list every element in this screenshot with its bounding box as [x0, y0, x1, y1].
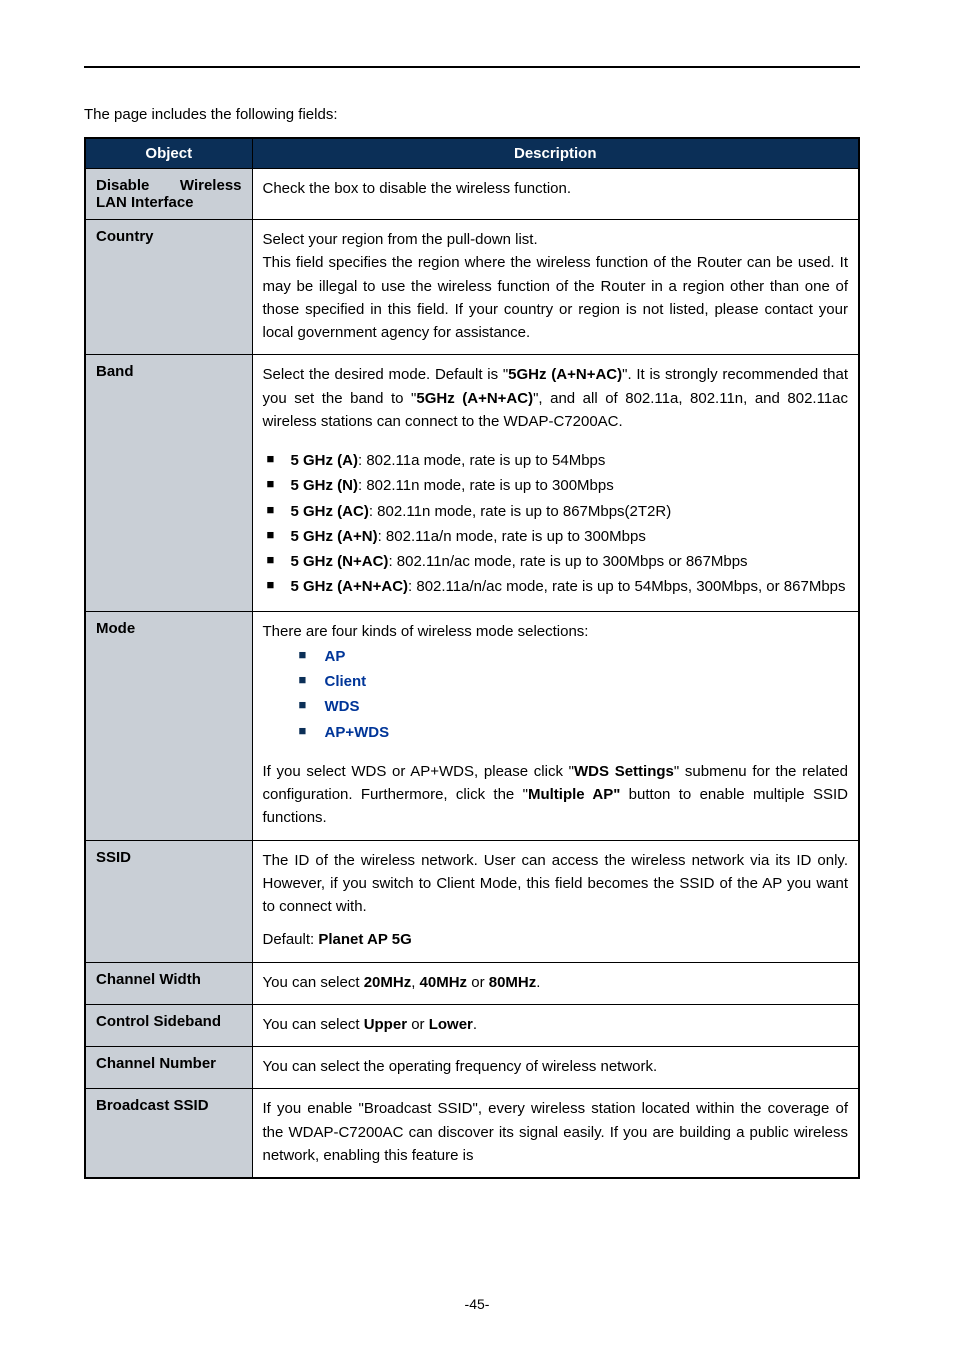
- obj-disable: Disable Wireless LAN Interface: [85, 169, 252, 220]
- ssid-default-pre: Default:: [263, 931, 319, 948]
- mode-intro: There are four kinds of wireless mode se…: [263, 620, 849, 643]
- cnum-text: You can select the operating frequency o…: [263, 1055, 849, 1078]
- list-item: Client: [299, 670, 849, 693]
- top-rule: [84, 66, 860, 68]
- cwidth-pre: You can select: [263, 974, 364, 991]
- table-row: Channel Number You can select the operat…: [85, 1047, 859, 1089]
- table-row: Band Select the desired mode. Default is…: [85, 355, 859, 611]
- cwidth-post: .: [536, 974, 540, 991]
- mode-note-pre: If you select WDS or AP+WDS, please clic…: [263, 763, 575, 780]
- cwidth-b3: 80MHz: [489, 974, 537, 991]
- mode-list: AP Client WDS AP+WDS: [263, 645, 849, 744]
- bssid-text: If you enable "Broadcast SSID", every wi…: [263, 1097, 849, 1167]
- table-row: Country Select your region from the pull…: [85, 220, 859, 355]
- band-intro: Select the desired mode. Default is "5GH…: [263, 363, 849, 433]
- list-item: 5 GHz (A+N+AC): 802.11a/n/ac mode, rate …: [267, 575, 849, 598]
- band-item-b: 5 GHz (A+N+AC): [291, 578, 409, 595]
- desc-mode: There are four kinds of wireless mode se…: [252, 611, 859, 840]
- obj-channel-width: Channel Width: [85, 962, 252, 1004]
- band-item-t: : 802.11n/ac mode, rate is up to 300Mbps…: [388, 553, 747, 570]
- fields-table: Object Description Disable Wireless LAN …: [84, 137, 860, 1179]
- desc-ssid: The ID of the wireless network. User can…: [252, 840, 859, 962]
- mode-note: If you select WDS or AP+WDS, please clic…: [263, 760, 849, 830]
- list-item: 5 GHz (AC): 802.11n mode, rate is up to …: [267, 500, 849, 523]
- obj-band: Band: [85, 355, 252, 611]
- band-item-b: 5 GHz (N): [291, 477, 359, 494]
- mode-opt: WDS: [325, 698, 360, 715]
- band-item-b: 5 GHz (A+N): [291, 528, 378, 545]
- mode-opt: Client: [325, 673, 367, 690]
- list-item: 5 GHz (A): 802.11a mode, rate is up to 5…: [267, 449, 849, 472]
- obj-broadcast-ssid: Broadcast SSID: [85, 1089, 252, 1178]
- desc-channel-width: You can select 20MHz, 40MHz or 80MHz.: [252, 962, 859, 1004]
- sideband-b2: Lower: [429, 1016, 473, 1033]
- ssid-default: Default: Planet AP 5G: [263, 928, 849, 951]
- obj-channel-number: Channel Number: [85, 1047, 252, 1089]
- sideband-post: .: [473, 1016, 477, 1033]
- ssid-default-b: Planet AP 5G: [318, 931, 411, 948]
- band-intro-b2: 5GHz (A+N+AC): [416, 390, 533, 407]
- table-row: Disable Wireless LAN Interface Check the…: [85, 169, 859, 220]
- obj-country: Country: [85, 220, 252, 355]
- cwidth-mid1: ,: [411, 974, 419, 991]
- obj-control-sideband: Control Sideband: [85, 1004, 252, 1046]
- cwidth-b2: 40MHz: [420, 974, 468, 991]
- mode-note-b1: WDS Settings: [574, 763, 674, 780]
- list-item: AP+WDS: [299, 721, 849, 744]
- band-item-t: : 802.11a mode, rate is up to 54Mbps: [358, 452, 605, 469]
- table-row: Broadcast SSID If you enable "Broadcast …: [85, 1089, 859, 1178]
- col-header-description: Description: [252, 138, 859, 169]
- cwidth-b1: 20MHz: [364, 974, 412, 991]
- list-item: WDS: [299, 695, 849, 718]
- list-item: 5 GHz (A+N): 802.11a/n mode, rate is up …: [267, 525, 849, 548]
- desc-disable-text: Check the box to disable the wireless fu…: [263, 177, 849, 200]
- list-item: 5 GHz (N): 802.11n mode, rate is up to 3…: [267, 474, 849, 497]
- band-intro-pre: Select the desired mode. Default is ": [263, 366, 509, 383]
- table-row: Mode There are four kinds of wireless mo…: [85, 611, 859, 840]
- col-header-object: Object: [85, 138, 252, 169]
- band-intro-b1: 5GHz (A+N+AC): [508, 366, 622, 383]
- desc-broadcast-ssid: If you enable "Broadcast SSID", every wi…: [252, 1089, 859, 1178]
- desc-disable: Check the box to disable the wireless fu…: [252, 169, 859, 220]
- sideband-pre: You can select: [263, 1016, 364, 1033]
- intro-text: The page includes the following fields:: [84, 106, 860, 123]
- band-item-t: : 802.11a/n mode, rate is up to 300Mbps: [378, 528, 646, 545]
- table-row: Channel Width You can select 20MHz, 40MH…: [85, 962, 859, 1004]
- obj-ssid: SSID: [85, 840, 252, 962]
- sideband-b1: Upper: [364, 1016, 407, 1033]
- band-list: 5 GHz (A): 802.11a mode, rate is up to 5…: [263, 449, 849, 599]
- table-row: Control Sideband You can select Upper or…: [85, 1004, 859, 1046]
- band-item-t: : 802.11a/n/ac mode, rate is up to 54Mbp…: [408, 578, 845, 595]
- page-number: -45-: [0, 1296, 954, 1312]
- desc-channel-number: You can select the operating frequency o…: [252, 1047, 859, 1089]
- sideband-mid: or: [407, 1016, 429, 1033]
- obj-mode: Mode: [85, 611, 252, 840]
- desc-band: Select the desired mode. Default is "5GH…: [252, 355, 859, 611]
- list-item: AP: [299, 645, 849, 668]
- desc-country: Select your region from the pull-down li…: [252, 220, 859, 355]
- band-item-b: 5 GHz (AC): [291, 503, 369, 520]
- cwidth-text: You can select 20MHz, 40MHz or 80MHz.: [263, 971, 849, 994]
- sideband-text: You can select Upper or Lower.: [263, 1013, 849, 1036]
- mode-opt: AP+WDS: [325, 724, 390, 741]
- band-item-t: : 802.11n mode, rate is up to 300Mbps: [358, 477, 614, 494]
- mode-opt: AP: [325, 648, 346, 665]
- table-row: SSID The ID of the wireless network. Use…: [85, 840, 859, 962]
- band-item-b: 5 GHz (A): [291, 452, 359, 469]
- cwidth-mid2: or: [467, 974, 489, 991]
- ssid-desc: The ID of the wireless network. User can…: [263, 849, 849, 919]
- list-item: 5 GHz (N+AC): 802.11n/ac mode, rate is u…: [267, 550, 849, 573]
- band-item-b: 5 GHz (N+AC): [291, 553, 389, 570]
- desc-control-sideband: You can select Upper or Lower.: [252, 1004, 859, 1046]
- desc-country-text: Select your region from the pull-down li…: [263, 228, 849, 344]
- mode-note-b2: Multiple AP": [528, 786, 620, 803]
- band-item-t: : 802.11n mode, rate is up to 867Mbps(2T…: [369, 503, 671, 520]
